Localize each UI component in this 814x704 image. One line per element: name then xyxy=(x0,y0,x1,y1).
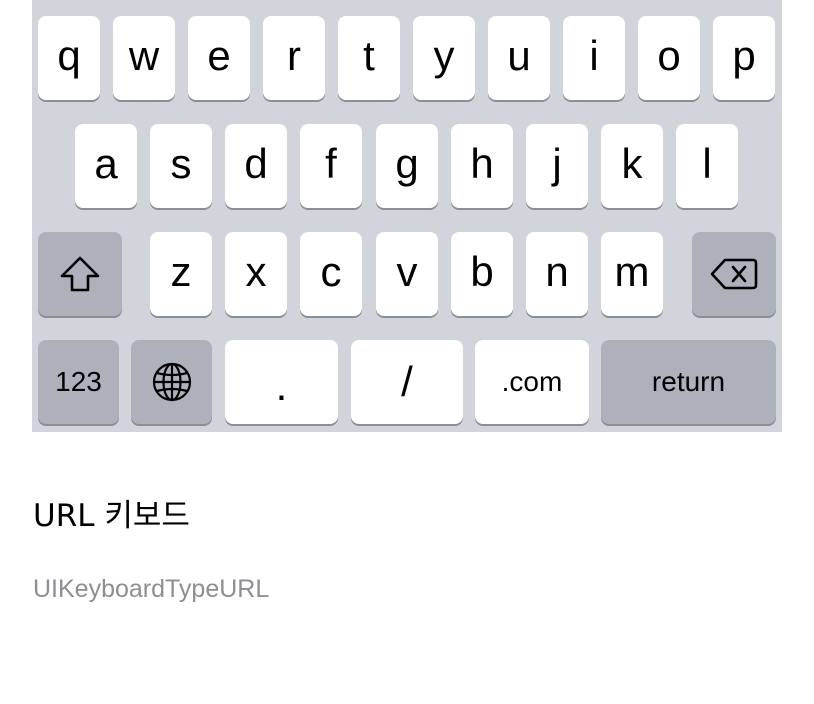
key-label: j xyxy=(552,140,562,187)
key-x[interactable]: x xyxy=(225,232,287,316)
key-y[interactable]: y xyxy=(413,16,475,100)
key-m[interactable]: m xyxy=(601,232,663,316)
key-label: v xyxy=(396,248,418,295)
key-label: z xyxy=(170,248,192,295)
key-s[interactable]: s xyxy=(150,124,212,208)
key-label: s xyxy=(170,140,192,187)
numbers-key[interactable]: 123 xyxy=(38,340,119,424)
return-key[interactable]: return xyxy=(601,340,776,424)
key-label: o xyxy=(657,32,681,79)
key-b[interactable]: b xyxy=(451,232,513,316)
numbers-key-label: 123 xyxy=(55,366,102,397)
return-key-label: return xyxy=(651,366,726,397)
key-label: m xyxy=(614,248,650,295)
key-i[interactable]: i xyxy=(563,16,625,100)
key-g[interactable]: g xyxy=(376,124,438,208)
key-u[interactable]: u xyxy=(488,16,550,100)
key-label: g xyxy=(395,140,419,187)
key-label: l xyxy=(702,140,712,187)
shift-arrow-icon xyxy=(59,255,101,293)
key-label: d xyxy=(244,140,268,187)
key-z[interactable]: z xyxy=(150,232,212,316)
key-label: b xyxy=(470,248,494,295)
key-label: h xyxy=(470,140,494,187)
period-key[interactable]: . xyxy=(225,340,338,424)
key-n[interactable]: n xyxy=(526,232,588,316)
key-v[interactable]: v xyxy=(376,232,438,316)
dotcom-key[interactable]: .com xyxy=(475,340,589,424)
key-label: c xyxy=(320,248,342,295)
key-label: w xyxy=(128,32,160,79)
keyboard-type-subtitle: UIKeyboardTypeURL xyxy=(33,575,270,603)
key-label: y xyxy=(433,32,455,79)
key-w[interactable]: w xyxy=(113,16,175,100)
key-label: i xyxy=(589,32,599,79)
key-q[interactable]: q xyxy=(38,16,100,100)
key-label: u xyxy=(507,32,531,79)
key-label: q xyxy=(57,32,81,79)
key-label: a xyxy=(94,140,118,187)
key-k[interactable]: k xyxy=(601,124,663,208)
key-label: n xyxy=(545,248,569,295)
keyboard: q w e r t y u i o p a s d f g h j k l z … xyxy=(32,0,782,432)
key-l[interactable]: l xyxy=(676,124,738,208)
key-label: k xyxy=(621,140,643,187)
key-r[interactable]: r xyxy=(263,16,325,100)
period-key-label: . xyxy=(275,362,288,409)
key-label: p xyxy=(732,32,756,79)
key-d[interactable]: d xyxy=(225,124,287,208)
key-label: f xyxy=(325,140,337,187)
slash-key[interactable]: / xyxy=(351,340,463,424)
key-c[interactable]: c xyxy=(300,232,362,316)
backspace-icon xyxy=(710,257,758,291)
key-a[interactable]: a xyxy=(75,124,137,208)
key-t[interactable]: t xyxy=(338,16,400,100)
key-p[interactable]: p xyxy=(713,16,775,100)
keyboard-type-title: URL 키보드 xyxy=(33,498,190,534)
key-f[interactable]: f xyxy=(300,124,362,208)
key-label: x xyxy=(245,248,267,295)
key-label: t xyxy=(363,32,375,79)
dotcom-key-label: .com xyxy=(501,366,563,397)
slash-key-label: / xyxy=(401,358,413,405)
delete-key[interactable] xyxy=(692,232,776,316)
key-h[interactable]: h xyxy=(451,124,513,208)
globe-icon xyxy=(151,361,193,403)
key-label: r xyxy=(287,32,301,79)
key-label: e xyxy=(207,32,231,79)
key-e[interactable]: e xyxy=(188,16,250,100)
shift-key[interactable] xyxy=(38,232,122,316)
key-j[interactable]: j xyxy=(526,124,588,208)
globe-key[interactable] xyxy=(131,340,212,424)
key-o[interactable]: o xyxy=(638,16,700,100)
